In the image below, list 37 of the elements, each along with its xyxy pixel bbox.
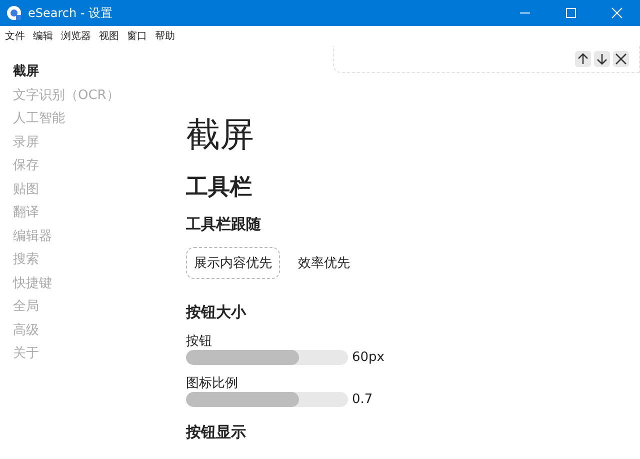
setting-title: 按钮显示: [186, 422, 246, 443]
sidebar-item[interactable]: 高级: [13, 318, 39, 342]
slider[interactable]: [186, 392, 348, 407]
slider-value: 0.7: [352, 392, 373, 407]
sidebar-item[interactable]: 全局: [13, 295, 39, 318]
setting-title: 按钮大小: [186, 302, 246, 323]
sidebar-item[interactable]: 录屏: [13, 130, 39, 154]
app-logo-icon: [6, 5, 22, 21]
menu-item[interactable]: 浏览器: [61, 29, 91, 43]
sidebar-item[interactable]: 人工智能: [13, 107, 65, 130]
slider[interactable]: [186, 350, 348, 365]
arrow-down-icon[interactable]: [594, 51, 610, 67]
menu-item[interactable]: 文件: [5, 29, 25, 43]
close-icon[interactable]: [613, 51, 629, 67]
sidebar-item[interactable]: 搜索: [13, 248, 39, 272]
sidebar-item[interactable]: 关于: [13, 342, 39, 366]
sidebar-item[interactable]: 贴图: [13, 178, 39, 201]
page-title: 截屏: [186, 114, 254, 157]
sidebar-item[interactable]: 编辑器: [13, 224, 52, 248]
option-button[interactable]: 效率优先: [290, 247, 358, 279]
menu-item[interactable]: 编辑: [33, 29, 53, 43]
sidebar-item[interactable]: 翻译: [13, 201, 39, 224]
option-button[interactable]: 展示内容优先: [186, 247, 280, 279]
slider-label: 按钮: [186, 333, 212, 350]
slider-value: 60px: [352, 350, 384, 365]
sidebar-item[interactable]: 截屏: [13, 60, 39, 84]
section-title: 工具栏: [186, 174, 252, 202]
sidebar-item[interactable]: 快捷键: [13, 272, 52, 295]
sidebar-item[interactable]: 保存: [13, 154, 39, 178]
window-title: eSearch - 设置: [28, 4, 113, 22]
menu-item[interactable]: 窗口: [127, 29, 147, 43]
slider-label: 图标比例: [186, 375, 238, 392]
menu-item[interactable]: 视图: [99, 29, 119, 43]
menu-item[interactable]: 帮助: [155, 29, 175, 43]
sidebar-item[interactable]: 文字识别（OCR）: [13, 84, 120, 107]
arrow-up-icon[interactable]: [575, 51, 591, 67]
setting-title: 工具栏跟随: [186, 214, 261, 235]
